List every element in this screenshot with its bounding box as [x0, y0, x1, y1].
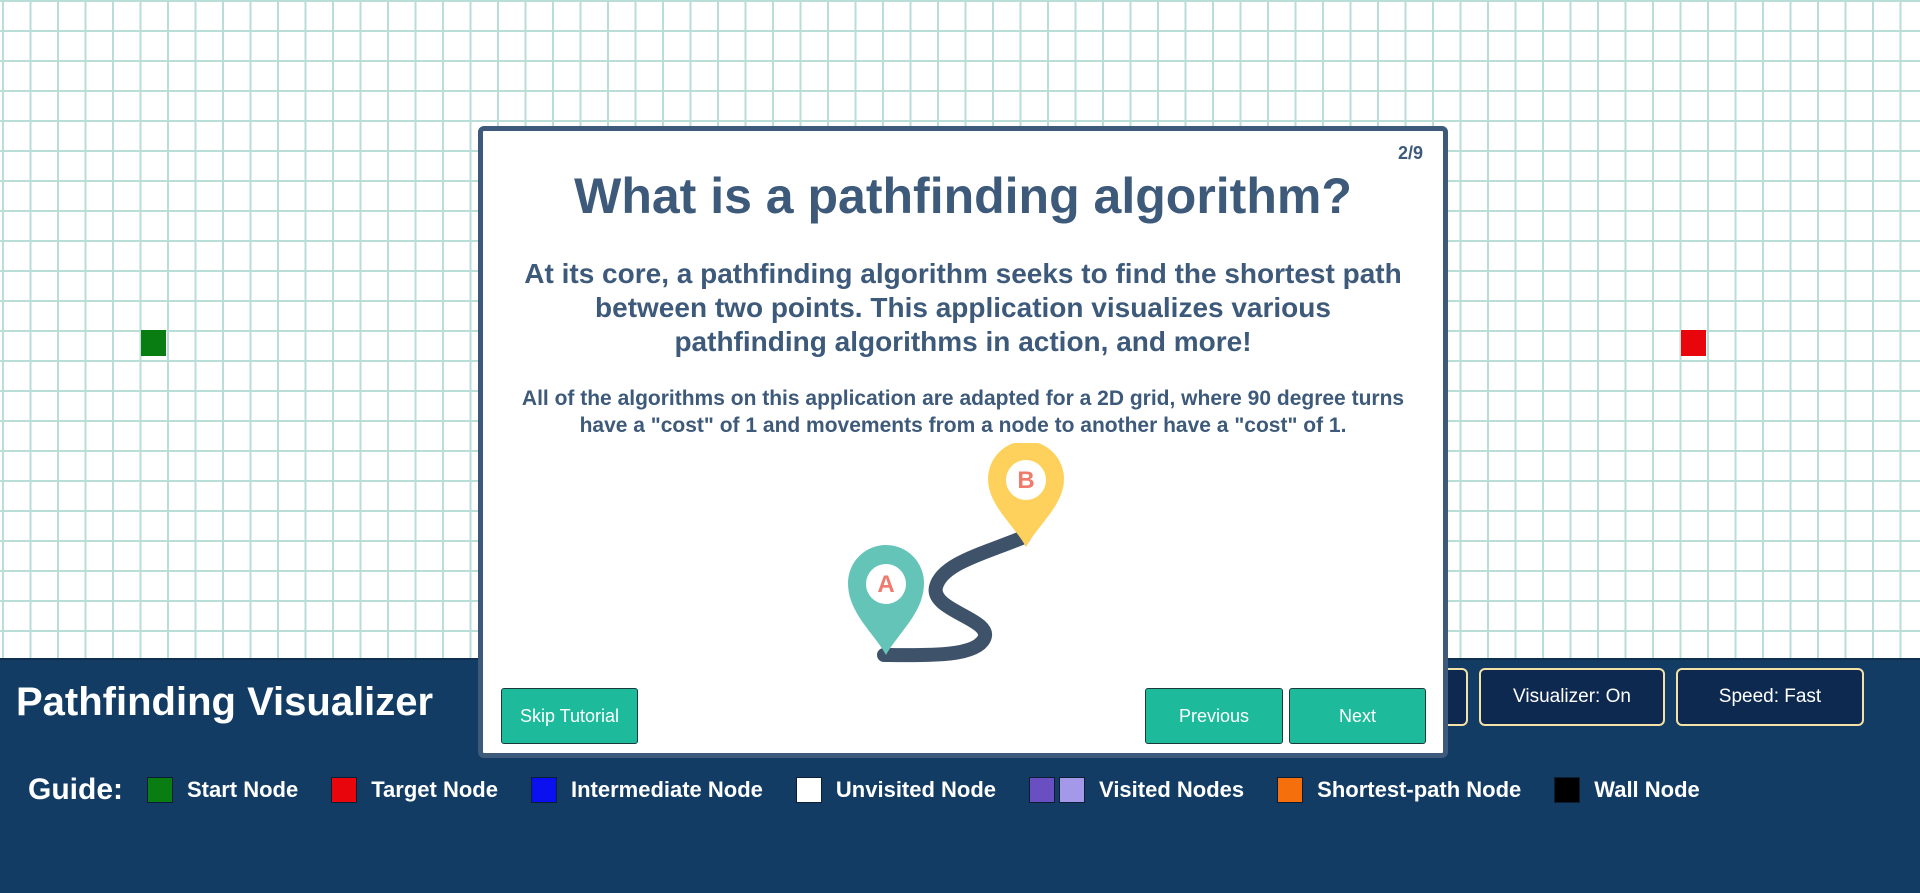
legend-item-unvisited: Unvisited Node [795, 777, 997, 803]
legend-item-shortest-path: Shortest-path Node [1277, 777, 1521, 803]
unvisited-node-swatch [795, 777, 822, 803]
legend-label: Shortest-path Node [1317, 777, 1522, 802]
speed-button[interactable]: Speed: Fast [1676, 668, 1864, 726]
tutorial-modal: 2/9 What is a pathfinding algorithm? At … [478, 126, 1448, 758]
tutorial-lead-text: At its core, a pathfinding algorithm see… [524, 258, 1402, 357]
tutorial-title: What is a pathfinding algorithm? [574, 168, 1352, 224]
legend-label: Start Node [187, 777, 299, 802]
legend-label: Wall Node [1594, 777, 1700, 802]
map-pin-path-illustration: A B [848, 443, 1064, 663]
next-button[interactable]: Next [1289, 688, 1426, 744]
pin-a-label: A [877, 571, 894, 598]
shortest-path-node-swatch [1277, 777, 1304, 803]
pin-b-icon: B [988, 443, 1064, 547]
legend-item-visited: Visited Nodes [1029, 777, 1244, 803]
tutorial-detail-text: All of the algorithms on this applicatio… [521, 387, 1405, 437]
legend-item-start: Start Node [147, 777, 298, 803]
app-title: Pathfinding Visualizer [16, 680, 434, 724]
legend-item-wall: Wall Node [1554, 777, 1700, 803]
intermediate-node-swatch [530, 777, 557, 803]
pin-b-label: B [1017, 467, 1034, 494]
target-node[interactable] [1681, 330, 1706, 356]
legend-label: Visited Nodes [1099, 777, 1245, 802]
legend-label: Intermediate Node [570, 777, 763, 802]
legend-guide: Guide: Start Node Target Node Intermedia… [28, 770, 1733, 810]
skip-tutorial-button[interactable]: Skip Tutorial [501, 688, 638, 744]
previous-button[interactable]: Previous [1145, 688, 1283, 744]
visited-node-swatch-dark [1029, 777, 1056, 803]
wall-node-swatch [1554, 777, 1581, 803]
tutorial-page-counter: 2/9 [1397, 143, 1423, 163]
legend-label: Unvisited Node [835, 777, 997, 802]
legend-label: Target Node [371, 777, 498, 802]
target-node-swatch [331, 777, 358, 803]
start-node[interactable] [141, 330, 166, 356]
start-node-swatch [147, 777, 173, 803]
visualizer-toggle-button[interactable]: Visualizer: On [1479, 668, 1665, 726]
legend-item-target: Target Node [331, 777, 498, 803]
legend-item-intermediate: Intermediate Node [530, 777, 763, 803]
guide-label: Guide: [28, 773, 123, 806]
visited-node-swatch-light [1059, 777, 1086, 803]
pin-a-icon: A [848, 545, 924, 655]
